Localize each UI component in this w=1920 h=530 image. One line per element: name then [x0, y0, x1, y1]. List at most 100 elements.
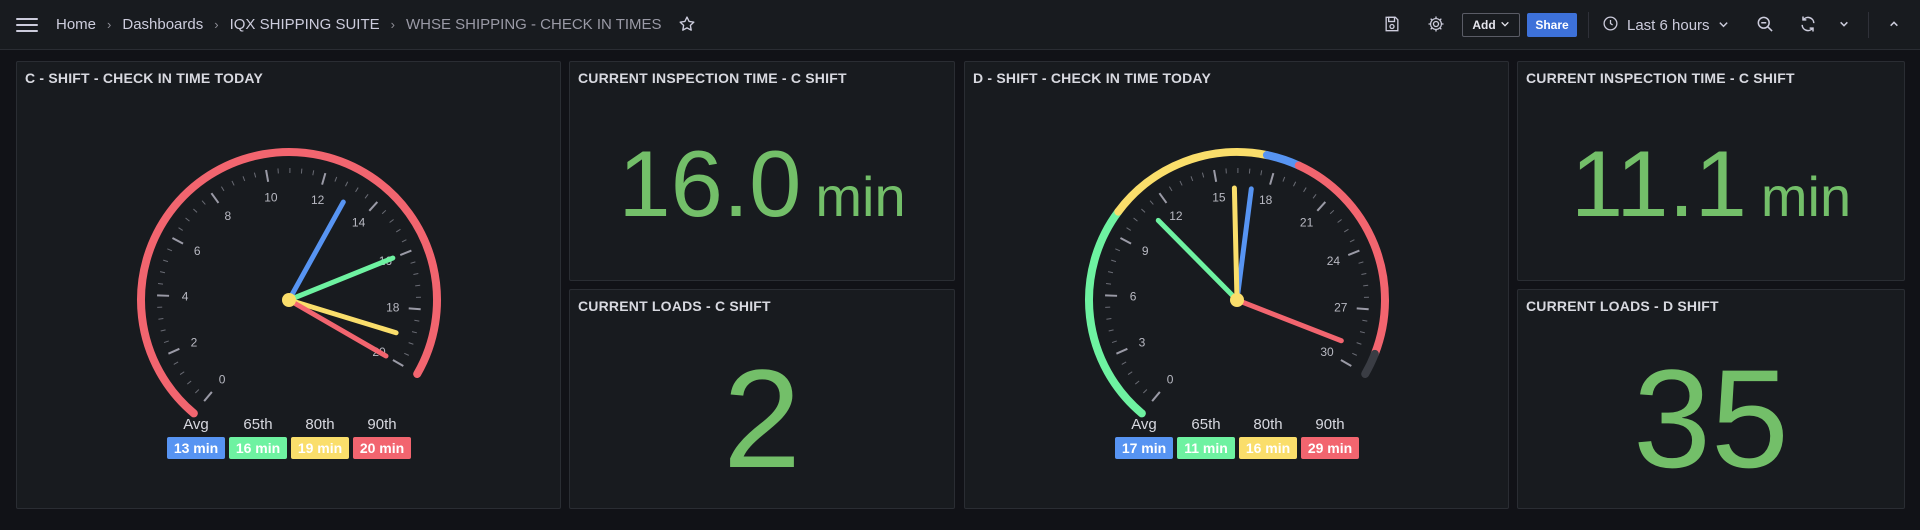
major-tick: [1340, 359, 1352, 367]
minor-tick: [201, 200, 206, 205]
major-tick: [168, 347, 180, 355]
minor-tick: [1107, 271, 1114, 274]
needle-80th: [286, 297, 399, 336]
major-tick: [1158, 192, 1168, 204]
minor-tick: [157, 282, 164, 285]
star-icon[interactable]: [678, 15, 696, 33]
panel-title: CURRENT LOADS - D SHIFT: [1526, 298, 1719, 314]
minor-tick: [410, 261, 416, 264]
legend-value: 29 min: [1308, 440, 1352, 456]
add-button-label: Add: [1472, 18, 1496, 32]
stat-value: 35: [1633, 340, 1789, 497]
threshold-arc: [1114, 148, 1271, 216]
major-tick: [1116, 347, 1128, 355]
tick-label: 18: [386, 300, 400, 314]
gear-icon[interactable]: [1426, 14, 1446, 34]
needle-avg: [1234, 186, 1254, 303]
legend-name: Avg: [183, 416, 209, 433]
legend-value: 17 min: [1122, 440, 1166, 456]
minor-tick: [345, 181, 349, 187]
minor-tick: [1141, 208, 1146, 213]
stat-panel-inspection-c: CURRENT INSPECTION TIME - C SHIFT 16.0 mi…: [569, 61, 955, 281]
breadcrumb-separator-icon: ›: [107, 16, 112, 32]
tick-label: 14: [352, 216, 366, 230]
minor-tick: [334, 176, 338, 182]
toolbar-divider: [1588, 12, 1589, 38]
minor-tick: [414, 319, 420, 322]
minor-tick: [1358, 261, 1364, 264]
stat-unit: min: [1760, 165, 1852, 228]
stat-number: 16.0: [618, 131, 802, 236]
stat-panel-inspection-d: CURRENT INSPECTION TIME - C SHIFT 11.1 mi…: [1517, 61, 1905, 281]
minor-tick: [1106, 318, 1112, 320]
legend-name: 80th: [305, 416, 334, 433]
stat-panel-loads-c: CURRENT LOADS - C SHIFT 2: [569, 289, 955, 509]
minor-tick: [1168, 186, 1173, 192]
legend-value: 13 min: [174, 440, 218, 456]
minor-tick: [1201, 172, 1205, 178]
tick-label: 30: [1320, 345, 1334, 359]
panel-title: CURRENT LOADS - C SHIFT: [578, 298, 771, 314]
breadcrumb-dashboards[interactable]: Dashboards: [122, 16, 203, 33]
gauge-c-shift: 02468101214161820Avg13 min65th16 min80th…: [137, 148, 441, 459]
tick-label: 0: [1167, 373, 1174, 387]
chevron-up-icon[interactable]: [1884, 14, 1904, 34]
minor-tick: [173, 361, 179, 365]
major-tick: [1213, 169, 1218, 182]
tick-label: 12: [311, 193, 325, 207]
threshold-arc: [1361, 349, 1379, 378]
menu-icon[interactable]: [16, 14, 38, 34]
gauge-panel-d-shift: D - SHIFT - CHECK IN TIME TODAY 0 3 6 9 12 15…: [964, 61, 1509, 509]
refresh-icon[interactable]: [1798, 14, 1818, 34]
chevron-down-icon: [1500, 18, 1510, 32]
breadcrumb-folder[interactable]: IQX SHIPPING SUITE: [230, 16, 380, 33]
minor-tick: [242, 176, 246, 182]
tick-label: 9: [1142, 244, 1149, 258]
panel-title: CURRENT INSPECTION TIME - C SHIFT: [1526, 70, 1795, 86]
major-tick: [1119, 237, 1132, 245]
needle-hub: [1230, 293, 1244, 307]
chevron-down-icon[interactable]: [1834, 14, 1854, 34]
threshold-arc: [1085, 207, 1146, 418]
minor-tick: [1149, 200, 1154, 205]
minor-tick: [1349, 239, 1355, 243]
minor-tick: [1312, 194, 1317, 199]
save-icon[interactable]: [1382, 14, 1402, 34]
minor-tick: [1142, 389, 1148, 394]
breadcrumb-separator-icon: ›: [214, 16, 219, 32]
major-tick: [368, 201, 379, 212]
tick-label: 18: [1259, 193, 1273, 207]
minor-tick: [158, 318, 164, 320]
minor-tick: [1363, 284, 1369, 287]
minor-tick: [253, 172, 257, 178]
time-range-picker[interactable]: Last 6 hours: [1602, 13, 1729, 37]
minor-tick: [401, 239, 407, 243]
zoom-out-icon[interactable]: [1755, 14, 1775, 34]
legend-name: 80th: [1253, 416, 1282, 433]
breadcrumb-home[interactable]: Home: [56, 16, 96, 33]
minor-tick: [312, 170, 315, 176]
legend-name: 65th: [1191, 416, 1220, 433]
add-button[interactable]: Add: [1462, 13, 1520, 37]
minor-tick: [231, 180, 235, 186]
legend-name: Avg: [1131, 416, 1157, 433]
clock-icon: [1602, 15, 1619, 36]
minor-tick: [1282, 176, 1286, 182]
needle-hub: [282, 293, 296, 307]
minor-tick: [1190, 176, 1194, 182]
stat-value: 16.0 min: [570, 134, 954, 247]
needle-65th: [1155, 217, 1240, 303]
tick-label: 24: [1327, 254, 1341, 268]
minor-tick: [1111, 259, 1117, 263]
minor-tick: [163, 259, 169, 263]
legend-value: 11 min: [1184, 440, 1228, 456]
share-button[interactable]: Share: [1527, 13, 1577, 37]
minor-tick: [159, 271, 166, 274]
minor-tick: [220, 186, 225, 192]
needle-65th: [286, 255, 396, 303]
minor-tick: [355, 187, 359, 193]
major-tick: [1151, 391, 1161, 402]
minor-tick: [1134, 380, 1140, 385]
stat-unit: min: [815, 165, 906, 228]
major-tick: [1269, 172, 1275, 185]
